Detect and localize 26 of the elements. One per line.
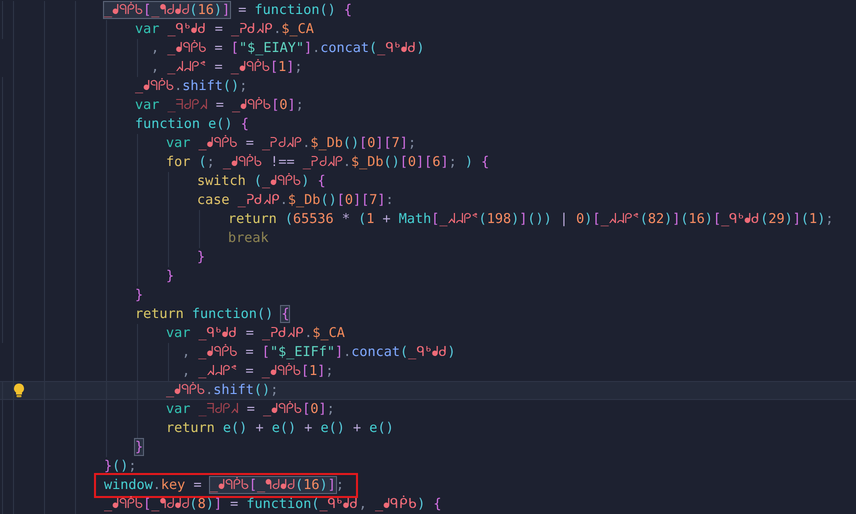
code-line: , _ᖽᖹᑭᕝ = _ᖱᑫᑮᑲ[1];: [151, 58, 302, 77]
code-line: _ᖱᑫᑮᑲ.shift();: [135, 77, 248, 96]
code-line: function e() {: [135, 115, 249, 134]
code-line: return e() + e() + e() + e(): [166, 419, 394, 438]
code-line: }: [135, 286, 144, 305]
code-line: for (; _ᖱᑫᑮᑲ !== _ᕈᑯᖽᑭ.$_Db()[0][6]; ) {: [166, 153, 490, 172]
code-line: return function() {: [135, 305, 290, 324]
code-line: var _ᖷᑯᑭᖽ = _ᖱᑫᑮᑲ[0];: [135, 96, 304, 115]
code-line: var _ᑫᒃᖱᑯ = _ᕈᑯᖽᑭ.$_CA: [166, 324, 345, 343]
code-line: var _ᖱᑫᑮᑲ = _ᕈᑯᖽᑭ.$_Db()[0][7];: [166, 134, 416, 153]
code-line: , _ᖱᑫᑮᑲ = ["$_EIAY"].concat(_ᑫᒃᖱᑯ): [151, 39, 424, 58]
code-line: }: [166, 267, 174, 286]
code-line: , _ᖽᖹᑭᕝ = _ᖱᑫᑮᑲ[1];: [182, 362, 334, 381]
code-line: return (65536 * (1 + Math[_ᖽᖹᑭᕝ(198)]()) | 0)[_ᖽᖹᑭᕝ(82)](16)[_ᑫᒃᖱᑯ(29)](1);: [228, 210, 834, 229]
code-line: _ᖱᑫᑮᑲ[_ᖳᑯᖱᑯ(16)] = function() {: [104, 1, 352, 20]
code-line: var _ᑫᒃᖱᑯ = _ᕈᑯᖽᑭ.$_CA: [135, 20, 314, 39]
lightbulb-icon[interactable]: [13, 383, 25, 398]
code-line: _ᖱᑫᑮᑲ[_ᖳᑯᖱᑯ(8)] = function(_ᑫᒃᖱᑯ, _ᖱᑫᑮᑲ) {: [104, 495, 442, 514]
code-line: }: [197, 248, 206, 267]
code-line: _ᖱᑫᑮᑲ.shift();: [166, 381, 278, 400]
code-line: , _ᖱᑫᑮᑲ = ["$_EIFf"].concat(_ᑫᒃᖱᑯ): [182, 343, 456, 362]
code-line: switch (_ᖱᑫᑮᑲ) {: [197, 172, 326, 191]
code-line: break: [228, 229, 269, 248]
code-line: var _ᖷᑯᑭᖽ = _ᖱᑫᑮᑲ[0];: [166, 400, 335, 419]
code-line: case _ᕈᑯᖽᑭ.$_Db()[0][7]:: [197, 191, 394, 210]
code-line: }();: [104, 457, 137, 476]
